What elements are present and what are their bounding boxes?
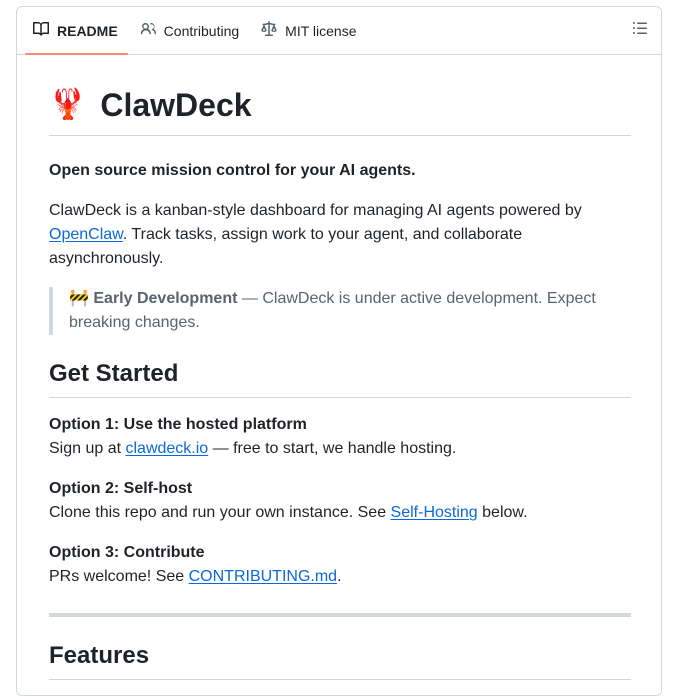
self-hosting-link[interactable]: Self-Hosting xyxy=(391,504,478,521)
early-development-note: 🚧 Early Development — ClawDeck is under … xyxy=(49,287,631,335)
law-scale-icon xyxy=(261,21,277,40)
option-1-title: Option 1: Use the hosted platform xyxy=(49,416,307,433)
option-3-title: Option 3: Contribute xyxy=(49,544,205,561)
construction-icon: 🚧 xyxy=(69,290,89,307)
book-icon xyxy=(33,21,49,40)
option-2-text: Clone this repo and run your own instanc… xyxy=(49,504,391,521)
openclaw-link[interactable]: OpenClaw xyxy=(49,226,123,243)
clawdeck-io-link[interactable]: clawdeck.io xyxy=(126,440,209,457)
readme-tagline: Open source mission control for your AI … xyxy=(49,162,416,179)
readme-title: 🦞 ClawDeck xyxy=(49,85,631,136)
readme-panel: README Contributing MIT license 🦞 ClawDe… xyxy=(16,6,662,696)
option-1-text-end: — free to start, we handle hosting. xyxy=(208,440,457,457)
horizontal-rule xyxy=(49,613,631,617)
option-3-text-end: . xyxy=(337,568,342,585)
readme-title-text: ClawDeck xyxy=(100,87,252,123)
lobster-icon: 🦞 xyxy=(49,88,87,121)
contributing-md-link[interactable]: CONTRIBUTING.md xyxy=(189,568,337,585)
option-3: Option 3: Contribute PRs welcome! See CO… xyxy=(49,541,631,589)
features-heading: Features xyxy=(49,641,631,680)
option-2-text-end: below. xyxy=(477,504,528,521)
tab-contributing[interactable]: Contributing xyxy=(132,7,250,54)
note-heading: Early Development xyxy=(93,290,238,307)
option-1: Option 1: Use the hosted platform Sign u… xyxy=(49,413,631,461)
option-2-title: Option 2: Self-host xyxy=(49,480,193,497)
option-3-text: PRs welcome! See xyxy=(49,568,189,585)
readme-tab-bar: README Contributing MIT license xyxy=(17,7,661,55)
tab-mit-license[interactable]: MIT license xyxy=(253,7,366,54)
option-1-text: Sign up at xyxy=(49,440,126,457)
tab-mit-license-label: MIT license xyxy=(285,22,357,39)
intro-text: ClawDeck is a kanban-style dashboard for… xyxy=(49,202,582,219)
tab-readme-label: README xyxy=(57,22,118,39)
people-icon xyxy=(140,21,156,40)
readme-intro: ClawDeck is a kanban-style dashboard for… xyxy=(49,199,631,271)
get-started-heading: Get Started xyxy=(49,359,631,398)
option-2: Option 2: Self-host Clone this repo and … xyxy=(49,477,631,525)
list-unordered-icon xyxy=(632,20,648,41)
tab-contributing-label: Contributing xyxy=(163,22,240,39)
tab-readme[interactable]: README xyxy=(25,7,128,55)
outline-button[interactable] xyxy=(629,19,651,41)
